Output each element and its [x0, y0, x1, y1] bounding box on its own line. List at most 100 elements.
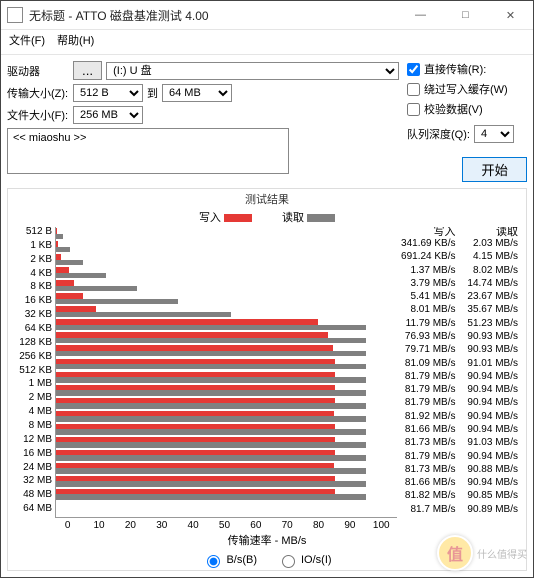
- results-panel: 测试结果 写入 读取 512 B1 KB2 KB4 KB8 KB16 KB32 …: [7, 188, 527, 571]
- value-row: 3.79 MB/s14.74 MB/s: [397, 279, 522, 292]
- bar-row: [56, 331, 397, 344]
- write-value: 76.93 MB/s: [397, 332, 460, 345]
- to-label: 到: [147, 85, 158, 101]
- watermark-icon: 值: [437, 535, 473, 571]
- value-rows: 341.69 KB/s2.03 MB/s691.24 KB/s4.15 MB/s…: [397, 239, 522, 518]
- read-bar: [56, 338, 366, 343]
- read-value: 90.93 MB/s: [460, 345, 523, 358]
- start-button[interactable]: 开始: [462, 157, 527, 182]
- value-row: 81.79 MB/s90.94 MB/s: [397, 372, 522, 385]
- y-label: 12 MB: [12, 435, 52, 449]
- values-column: 写入 读取 341.69 KB/s2.03 MB/s691.24 KB/s4.1…: [397, 227, 522, 518]
- write-value: 81.66 MB/s: [397, 425, 460, 438]
- bypass-cache-input[interactable]: [407, 83, 420, 96]
- bar-row: [56, 240, 397, 253]
- bar-row: [56, 475, 397, 488]
- read-value: 90.93 MB/s: [460, 332, 523, 345]
- read-bar: [56, 299, 178, 304]
- read-value: 4.15 MB/s: [460, 252, 523, 265]
- menu-file[interactable]: 文件(F): [9, 32, 45, 52]
- value-row: 79.71 MB/s90.93 MB/s: [397, 345, 522, 358]
- y-label: 128 KB: [12, 338, 52, 352]
- x-tick: 10: [83, 520, 114, 531]
- write-value: 81.92 MB/s: [397, 412, 460, 425]
- read-value: 90.94 MB/s: [460, 385, 523, 398]
- value-row: 5.41 MB/s23.67 MB/s: [397, 292, 522, 305]
- write-value: 81.7 MB/s: [397, 505, 460, 518]
- write-swatch: [224, 214, 252, 222]
- direct-io-checkbox[interactable]: 直接传输(R):: [407, 61, 527, 77]
- read-bar: [56, 364, 366, 369]
- read-bar: [56, 403, 366, 408]
- write-value: 8.01 MB/s: [397, 305, 460, 318]
- direct-io-input[interactable]: [407, 63, 420, 76]
- read-value: 8.02 MB/s: [460, 266, 523, 279]
- verify-input[interactable]: [407, 103, 420, 116]
- verify-checkbox[interactable]: 校验数据(V): [407, 101, 527, 117]
- read-value: 51.23 MB/s: [460, 319, 523, 332]
- write-value: 79.71 MB/s: [397, 345, 460, 358]
- unit-io-radio[interactable]: IO/s(I): [277, 552, 332, 568]
- y-label: 2 KB: [12, 255, 52, 269]
- read-bar: [56, 234, 63, 239]
- y-label: 16 KB: [12, 296, 52, 310]
- values-header: 写入 读取: [397, 227, 522, 238]
- read-bar: [56, 390, 366, 395]
- close-button[interactable]: ✕: [488, 1, 533, 29]
- right-controls: 直接传输(R): 绕过写入缓存(W) 校验数据(V) 队列深度(Q): 4 开始: [407, 61, 527, 182]
- read-bar: [56, 312, 231, 317]
- read-value: 90.94 MB/s: [460, 398, 523, 411]
- minimize-button[interactable]: —: [398, 1, 443, 29]
- bar-row: [56, 436, 397, 449]
- write-value: 691.24 KB/s: [397, 252, 460, 265]
- value-row: 81.7 MB/s90.89 MB/s: [397, 505, 522, 518]
- bar-row: [56, 292, 397, 305]
- bars-container: [55, 227, 397, 518]
- unit-bytes-radio[interactable]: B/s(B): [202, 552, 257, 568]
- read-bar: [56, 286, 137, 291]
- value-row: 81.79 MB/s90.94 MB/s: [397, 452, 522, 465]
- read-value: 90.94 MB/s: [460, 412, 523, 425]
- y-label: 1 KB: [12, 241, 52, 255]
- read-value: 90.94 MB/s: [460, 425, 523, 438]
- read-value: 90.94 MB/s: [460, 478, 523, 491]
- transfer-from-select[interactable]: 512 B: [73, 84, 143, 102]
- bypass-cache-checkbox[interactable]: 绕过写入缓存(W): [407, 81, 527, 97]
- description-box[interactable]: << miaoshu >>: [7, 128, 289, 174]
- value-row: 8.01 MB/s35.67 MB/s: [397, 305, 522, 318]
- write-value: 81.73 MB/s: [397, 438, 460, 451]
- body: 驱动器 ... (I:) U 盘 传输大小(Z): 512 B 到 64 MB …: [1, 55, 533, 577]
- y-label: 16 MB: [12, 449, 52, 463]
- maximize-button[interactable]: □: [443, 1, 488, 29]
- menu-help[interactable]: 帮助(H): [57, 32, 94, 52]
- read-value: 90.94 MB/s: [460, 372, 523, 385]
- x-tick: 80: [303, 520, 334, 531]
- browse-button[interactable]: ...: [73, 61, 102, 80]
- bar-row: [56, 423, 397, 436]
- y-label: 512 B: [12, 227, 52, 241]
- results-title: 测试结果: [8, 191, 526, 207]
- read-bar: [56, 377, 366, 382]
- bar-row: [56, 462, 397, 475]
- y-label: 64 KB: [12, 324, 52, 338]
- x-tick: 70: [272, 520, 303, 531]
- app-window: 无标题 - ATTO 磁盘基准测试 4.00 — □ ✕ 文件(F) 帮助(H)…: [0, 0, 534, 578]
- drive-label: 驱动器: [7, 63, 69, 79]
- x-tick: 50: [209, 520, 240, 531]
- file-size-select[interactable]: 256 MB: [73, 106, 143, 124]
- bar-row: [56, 449, 397, 462]
- write-value: 11.79 MB/s: [397, 319, 460, 332]
- bar-row: [56, 266, 397, 279]
- transfer-to-select[interactable]: 64 MB: [162, 84, 232, 102]
- read-bar: [56, 442, 366, 447]
- window-title: 无标题 - ATTO 磁盘基准测试 4.00: [29, 7, 398, 24]
- bar-row: [56, 488, 397, 501]
- queue-depth-select[interactable]: 4: [474, 125, 514, 143]
- value-row: 81.79 MB/s90.94 MB/s: [397, 398, 522, 411]
- value-row: 76.93 MB/s90.93 MB/s: [397, 332, 522, 345]
- x-tick: 30: [146, 520, 177, 531]
- controls-panel: 驱动器 ... (I:) U 盘 传输大小(Z): 512 B 到 64 MB …: [7, 61, 527, 182]
- write-value: 81.09 MB/s: [397, 359, 460, 372]
- y-label: 8 KB: [12, 282, 52, 296]
- drive-select[interactable]: (I:) U 盘: [106, 62, 399, 80]
